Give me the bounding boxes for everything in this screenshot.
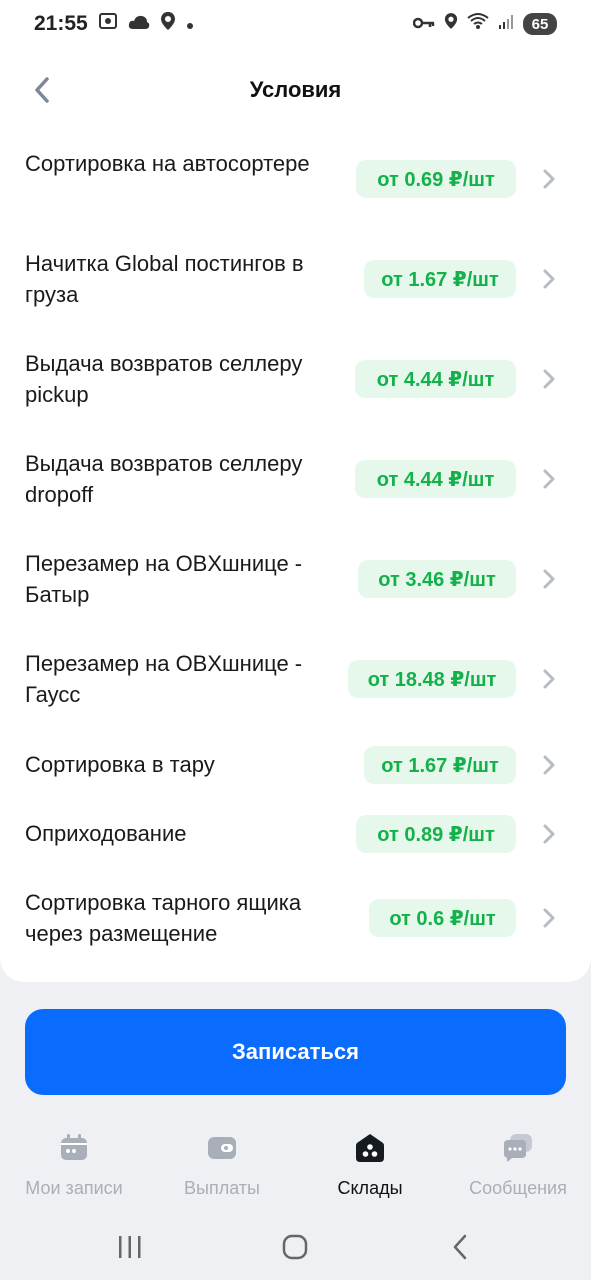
item-label: Оприходование xyxy=(25,821,187,846)
chevron-right-icon xyxy=(543,369,555,389)
list-item[interactable]: Оприходование от 0.89 ₽/шт xyxy=(0,815,591,853)
page-title: Условия xyxy=(249,77,342,102)
price-badge: от 1.67 ₽/шт xyxy=(364,260,516,298)
price-badge: от 4.44 ₽/шт xyxy=(355,360,516,398)
list-item[interactable]: Перезамер на OBXшнице - Батыр от 3.46 ₽/… xyxy=(0,548,591,610)
price-badge: от 18.48 ₽/шт xyxy=(348,660,516,698)
key-icon xyxy=(412,12,435,36)
list-item[interactable]: Выдача возвратов селлеру pickup от 4.44 … xyxy=(0,348,591,410)
list-item[interactable]: Перезамер на OBXшнице - Гаусс от 18.48 ₽… xyxy=(0,648,591,710)
price-badge: от 1.67 ₽/шт xyxy=(364,746,516,784)
location-icon xyxy=(160,11,176,37)
chevron-right-icon xyxy=(543,569,555,589)
chevron-right-icon xyxy=(543,824,555,844)
wallet-icon xyxy=(208,1137,236,1159)
recent-apps-button[interactable] xyxy=(110,1230,150,1264)
item-label: Начитка Global постингов в груза xyxy=(25,251,304,307)
price-badge: от 0.6 ₽/шт xyxy=(369,899,516,937)
chevron-right-icon xyxy=(543,469,555,489)
battery-indicator: 65 xyxy=(523,13,557,35)
home-button[interactable] xyxy=(275,1230,315,1264)
item-label: Перезамер на OBXшнице - Батыр xyxy=(25,551,303,607)
system-nav-bar xyxy=(0,1210,591,1280)
back-arrow-icon xyxy=(453,1234,467,1260)
chevron-left-icon xyxy=(35,77,49,103)
list-item[interactable]: Сортировка на автосортере от 0.69 ₽/шт xyxy=(0,148,591,210)
warehouse-icon xyxy=(356,1134,384,1162)
list-item[interactable]: Выдача возвратов селлеру dropoff от 4.44… xyxy=(0,448,591,510)
item-label: Перезамер на OBXшнице - Гаусс xyxy=(25,651,303,707)
list-item[interactable]: Начитка Global постингов в груза от 1.67… xyxy=(0,248,591,310)
wifi-icon xyxy=(467,12,489,36)
item-label: Выдача возвратов селлеру dropoff xyxy=(25,451,303,507)
home-icon xyxy=(282,1234,308,1260)
messages-icon xyxy=(504,1134,532,1162)
item-label: Сортировка на автосортере xyxy=(25,151,310,176)
item-label: Сортировка тарного ящика через размещени… xyxy=(25,890,302,946)
tab-label: Выплаты xyxy=(184,1178,260,1198)
price-badge: от 4.44 ₽/шт xyxy=(355,460,516,498)
recent-apps-icon xyxy=(119,1236,141,1258)
header: Условия xyxy=(0,60,591,120)
cloud-icon xyxy=(128,12,150,36)
list-item[interactable]: Сортировка тарного ящика через размещени… xyxy=(0,887,591,949)
status-time: 21:55 xyxy=(34,12,88,35)
chevron-right-icon xyxy=(543,755,555,775)
chevron-right-icon xyxy=(543,908,555,928)
calendar-icon xyxy=(61,1134,87,1160)
price-badge: от 0.89 ₽/шт xyxy=(356,815,516,853)
signal-icon xyxy=(498,12,514,36)
screenshot-icon xyxy=(98,11,118,37)
price-badge: от 0.69 ₽/шт xyxy=(356,160,516,198)
tab-payouts[interactable]: Выплаты xyxy=(148,1120,296,1199)
status-bar: 21:55 65 xyxy=(0,0,591,48)
list-item[interactable]: Сортировка в тару от 1.67 ₽/шт xyxy=(0,746,591,784)
item-label: Выдача возвратов селлеру pickup xyxy=(25,351,303,407)
system-back-button[interactable] xyxy=(440,1230,480,1264)
tab-label: Склады xyxy=(337,1178,403,1198)
location-icon-right xyxy=(444,12,458,36)
chevron-right-icon xyxy=(543,269,555,289)
bottom-tab-bar: Мои записи Выплаты Склады Сообщения xyxy=(0,1120,591,1210)
tab-my-bookings[interactable]: Мои записи xyxy=(0,1120,148,1199)
tab-label: Сообщения xyxy=(469,1178,567,1198)
price-badge: от 3.46 ₽/шт xyxy=(358,560,516,598)
signup-button[interactable]: Записаться xyxy=(25,1009,566,1095)
tab-label: Мои записи xyxy=(25,1178,123,1198)
dot-icon xyxy=(186,12,194,36)
tab-warehouses[interactable]: Склады xyxy=(296,1120,444,1199)
back-button[interactable] xyxy=(24,72,60,108)
chevron-right-icon xyxy=(543,169,555,189)
chevron-right-icon xyxy=(543,669,555,689)
tab-messages[interactable]: Сообщения xyxy=(444,1120,591,1199)
item-label: Сортировка в тару xyxy=(25,752,215,777)
